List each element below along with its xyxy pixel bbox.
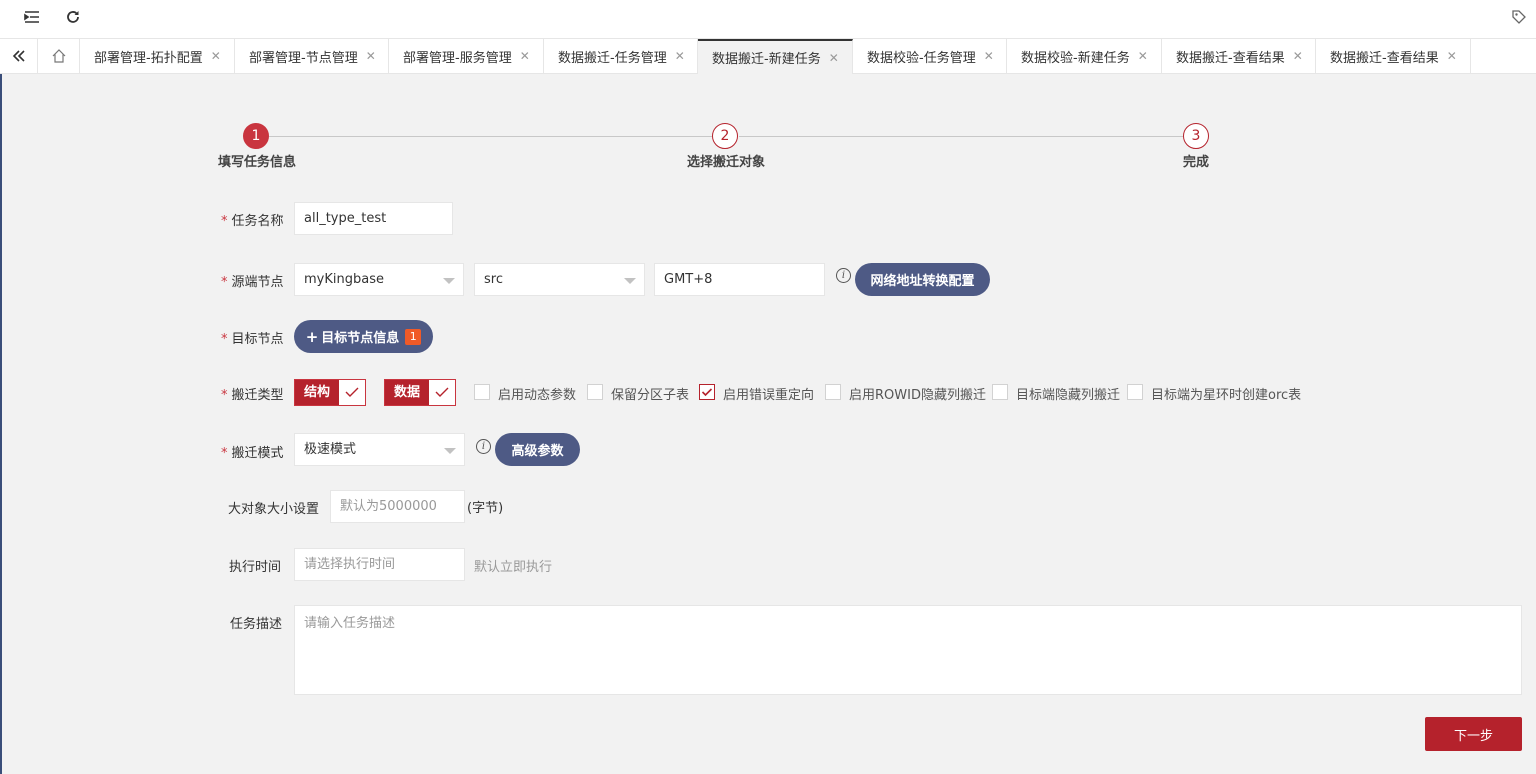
checkmark-icon xyxy=(429,380,455,405)
data-tag-checkbox[interactable]: 数据 xyxy=(384,379,457,406)
step-3-label: 完成 xyxy=(1183,155,1210,170)
exec-time-label: 执行时间 xyxy=(229,560,282,575)
close-icon[interactable]: ✕ xyxy=(1293,49,1303,63)
target-hidden-col-checkbox[interactable] xyxy=(992,384,1008,400)
description-label: 任务描述 xyxy=(230,617,283,632)
lob-size-label: 大对象大小设置 xyxy=(228,502,320,517)
rowid-hidden-checkbox[interactable] xyxy=(825,384,841,400)
menu-collapse-icon[interactable] xyxy=(22,7,42,27)
task-name-input[interactable]: all_type_test xyxy=(294,202,453,235)
target-count-badge: 1 xyxy=(405,328,422,345)
left-edge-bar xyxy=(0,74,2,774)
tab-migration-task-management[interactable]: 数据搬迁-任务管理 ✕ xyxy=(544,39,698,73)
exec-time-hint: 默认立即执行 xyxy=(474,560,553,575)
network-address-config-button[interactable]: 网络地址转换配置 xyxy=(855,263,990,296)
step-1-label: 填写任务信息 xyxy=(218,155,297,170)
migration-mode-label: * 搬迁模式 xyxy=(221,446,284,461)
tab-migration-results[interactable]: 数据搬迁-查看结果 ✕ xyxy=(1162,39,1316,73)
step-2-circle: 2 xyxy=(712,123,738,149)
close-icon[interactable]: ✕ xyxy=(1138,49,1148,63)
close-icon[interactable]: ✕ xyxy=(675,49,685,63)
description-textarea[interactable]: 请输入任务描述 xyxy=(294,605,1522,695)
close-icon[interactable]: ✕ xyxy=(984,49,994,63)
close-icon[interactable]: ✕ xyxy=(211,49,221,63)
checkmark-icon xyxy=(339,380,365,405)
close-icon[interactable]: ✕ xyxy=(366,49,376,63)
rowid-hidden-label: 启用ROWID隐藏列搬迁 xyxy=(849,388,986,403)
lob-size-input[interactable]: 默认为5000000 xyxy=(330,490,465,523)
error-redirect-label: 启用错误重定向 xyxy=(723,388,815,403)
step-connector xyxy=(269,136,712,137)
structure-tag-checkbox[interactable]: 结构 xyxy=(294,379,367,406)
info-icon[interactable]: i xyxy=(476,439,491,454)
keep-partition-label: 保留分区子表 xyxy=(611,388,690,403)
error-redirect-checkbox[interactable] xyxy=(699,384,715,400)
advanced-params-button[interactable]: 高级参数 xyxy=(495,433,580,466)
task-name-label: * 任务名称 xyxy=(221,214,284,229)
lob-size-unit: (字节) xyxy=(467,501,504,516)
top-bar xyxy=(0,0,1536,39)
tab-verify-task-management[interactable]: 数据校验-任务管理 ✕ xyxy=(853,39,1007,73)
target-node-info-button[interactable]: + 目标节点信息 1 xyxy=(294,320,433,353)
step-connector xyxy=(739,136,1183,137)
tab-migration-new-task[interactable]: 数据搬迁-新建任务 ✕ xyxy=(698,39,853,74)
plus-icon: + xyxy=(305,327,319,346)
checkmark-icon xyxy=(701,388,713,397)
migration-mode-select[interactable]: 极速模式 xyxy=(294,433,465,466)
step-1-circle: 1 xyxy=(243,123,269,149)
keep-partition-checkbox[interactable] xyxy=(587,384,603,400)
tab-node-management[interactable]: 部署管理-节点管理 ✕ xyxy=(235,39,389,73)
timezone-input[interactable]: GMT+8 xyxy=(654,263,825,296)
target-node-label: * 目标节点 xyxy=(221,332,284,347)
step-3-circle: 3 xyxy=(1183,123,1209,149)
home-tab-icon[interactable] xyxy=(38,39,80,73)
tag-icon[interactable] xyxy=(1509,7,1529,27)
exec-time-input[interactable]: 请选择执行时间 xyxy=(294,548,465,581)
tab-service-management[interactable]: 部署管理-服务管理 ✕ xyxy=(389,39,544,73)
source-node-select[interactable]: myKingbase xyxy=(294,263,464,296)
tab-topology-config[interactable]: 部署管理-拓扑配置 ✕ xyxy=(80,39,235,73)
tab-bar: 部署管理-拓扑配置 ✕ 部署管理-节点管理 ✕ 部署管理-服务管理 ✕ 数据搬迁-任务… xyxy=(0,39,1536,74)
dynamic-params-label: 启用动态参数 xyxy=(498,388,577,403)
tab-verify-new-task[interactable]: 数据校验-新建任务 ✕ xyxy=(1007,39,1162,73)
tabs-scroll-left-icon[interactable] xyxy=(0,39,38,73)
source-node-label: * 源端节点 xyxy=(221,275,284,290)
chevron-down-icon xyxy=(624,278,636,284)
close-icon[interactable]: ✕ xyxy=(520,49,530,63)
step-2-label: 选择搬迁对象 xyxy=(687,155,766,170)
chevron-down-icon xyxy=(443,278,455,284)
orc-table-checkbox[interactable] xyxy=(1127,384,1143,400)
source-schema-select[interactable]: src xyxy=(474,263,645,296)
migration-type-label: * 搬迁类型 xyxy=(221,388,284,403)
chevron-down-icon xyxy=(444,448,456,454)
orc-table-label: 目标端为星环时创建orc表 xyxy=(1151,388,1302,403)
close-icon[interactable]: ✕ xyxy=(829,51,839,65)
target-hidden-col-label: 目标端隐藏列搬迁 xyxy=(1016,388,1121,403)
dynamic-params-checkbox[interactable] xyxy=(474,384,490,400)
close-icon[interactable]: ✕ xyxy=(1447,49,1457,63)
tab-migration-results-2[interactable]: 数据搬迁-查看结果 ✕ xyxy=(1316,39,1471,73)
next-step-button[interactable]: 下一步 xyxy=(1425,717,1522,751)
info-icon[interactable]: i xyxy=(836,268,851,283)
refresh-icon[interactable] xyxy=(63,7,83,27)
